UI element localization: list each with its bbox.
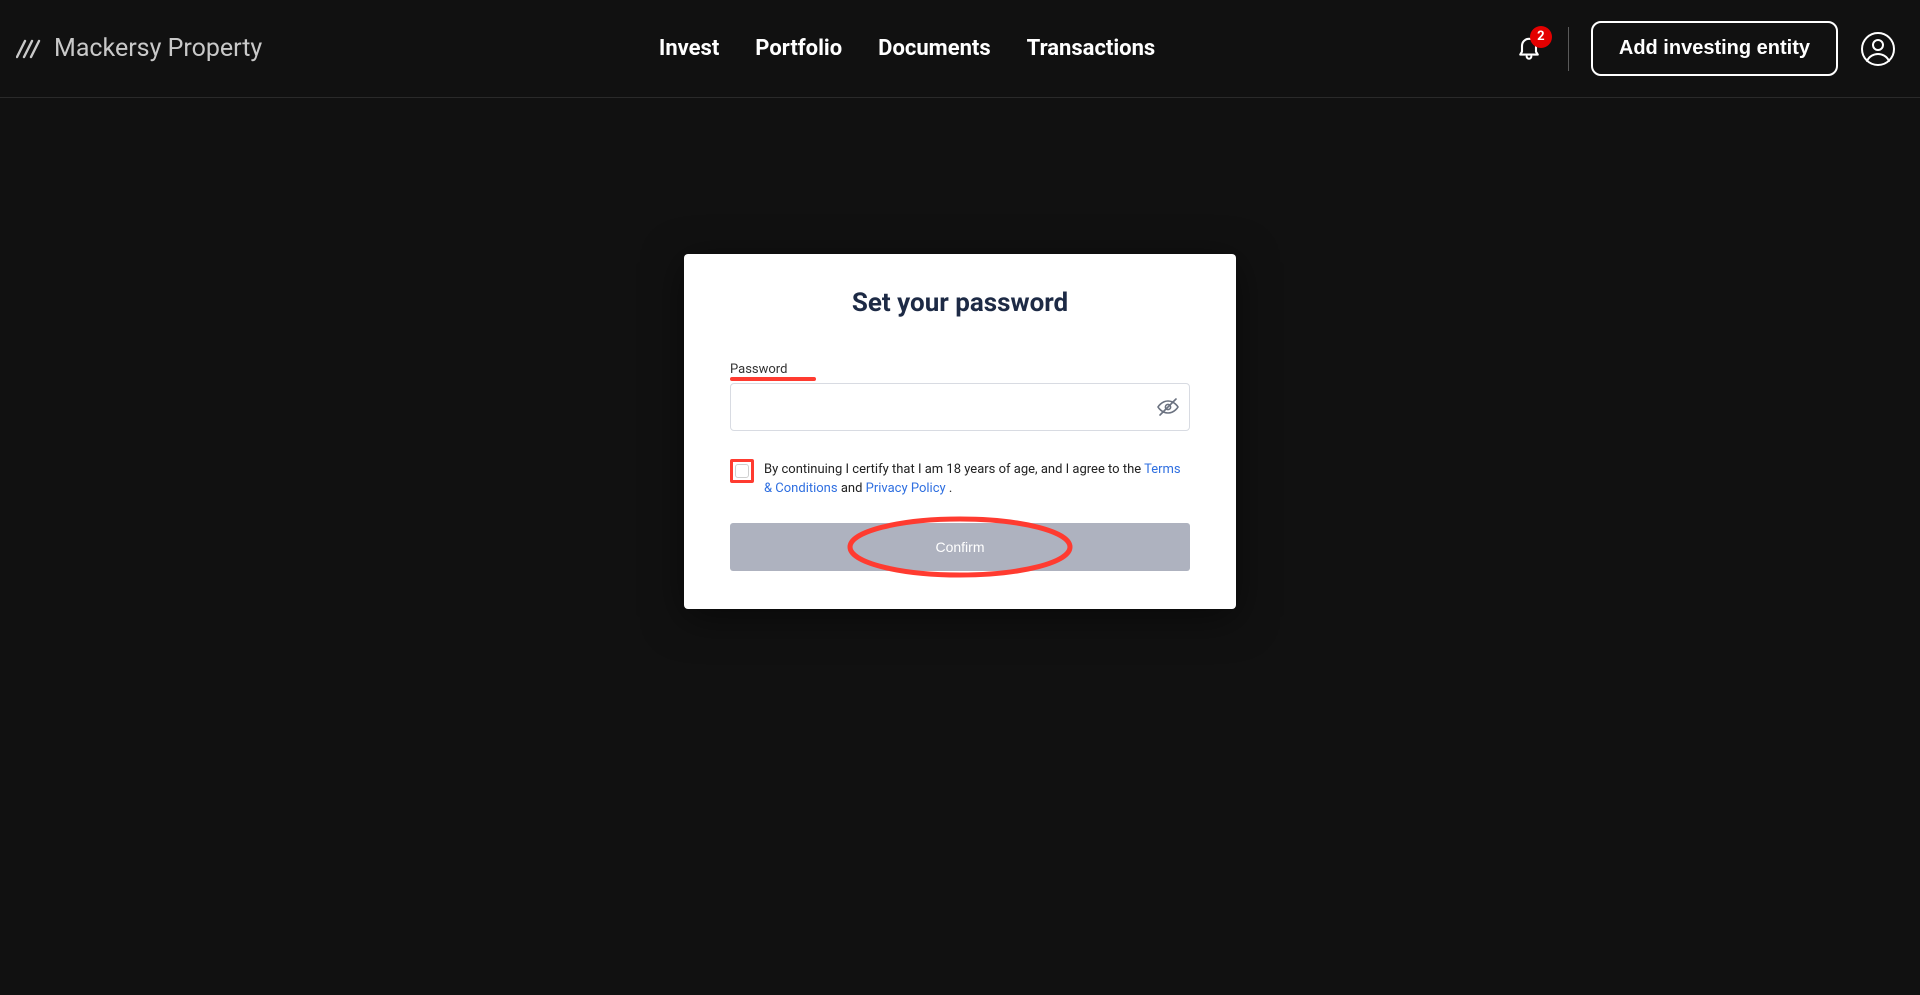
password-label: Password [730, 362, 787, 377]
consent-and: and [841, 481, 866, 496]
brand[interactable]: Mackersy Property [16, 34, 262, 63]
confirm-wrap: Confirm [730, 523, 1190, 571]
brand-name: Mackersy Property [54, 34, 262, 63]
modal-title: Set your password [730, 288, 1190, 318]
consent-checkbox[interactable] [735, 464, 749, 478]
eye-off-icon [1156, 404, 1180, 423]
nav-documents[interactable]: Documents [878, 36, 991, 61]
notification-badge: 2 [1530, 26, 1552, 48]
header-actions: 2 Add investing entity [1512, 21, 1896, 76]
app-header: Mackersy Property Invest Portfolio Docum… [0, 0, 1920, 98]
nav-transactions[interactable]: Transactions [1027, 36, 1156, 61]
nav-portfolio[interactable]: Portfolio [755, 36, 842, 61]
consent-text: By continuing I certify that I am 18 yea… [764, 461, 1190, 499]
toggle-password-visibility[interactable] [1156, 395, 1180, 419]
consent-suffix: . [949, 481, 952, 496]
profile-button[interactable] [1860, 31, 1896, 67]
brand-mark-icon [16, 35, 44, 63]
main-area: Set your password Password [0, 98, 1920, 995]
nav-invest[interactable]: Invest [659, 36, 719, 61]
notifications-button[interactable]: 2 [1512, 32, 1546, 66]
confirm-button[interactable]: Confirm [730, 523, 1190, 571]
avatar-icon [1860, 52, 1896, 71]
checkbox-highlight-annotation [730, 459, 754, 483]
main-nav: Invest Portfolio Documents Transactions [659, 36, 1155, 61]
set-password-modal: Set your password Password [684, 254, 1236, 609]
consent-prefix: By continuing I certify that I am 18 yea… [764, 462, 1144, 477]
password-highlight-annotation [730, 377, 816, 381]
password-input-wrap [730, 383, 1190, 431]
password-input[interactable] [730, 383, 1190, 431]
add-investing-entity-button[interactable]: Add investing entity [1591, 21, 1838, 76]
header-separator [1568, 27, 1569, 71]
consent-row: By continuing I certify that I am 18 yea… [730, 461, 1190, 499]
password-label-wrap: Password [730, 362, 787, 377]
privacy-link[interactable]: Privacy Policy [866, 481, 946, 496]
